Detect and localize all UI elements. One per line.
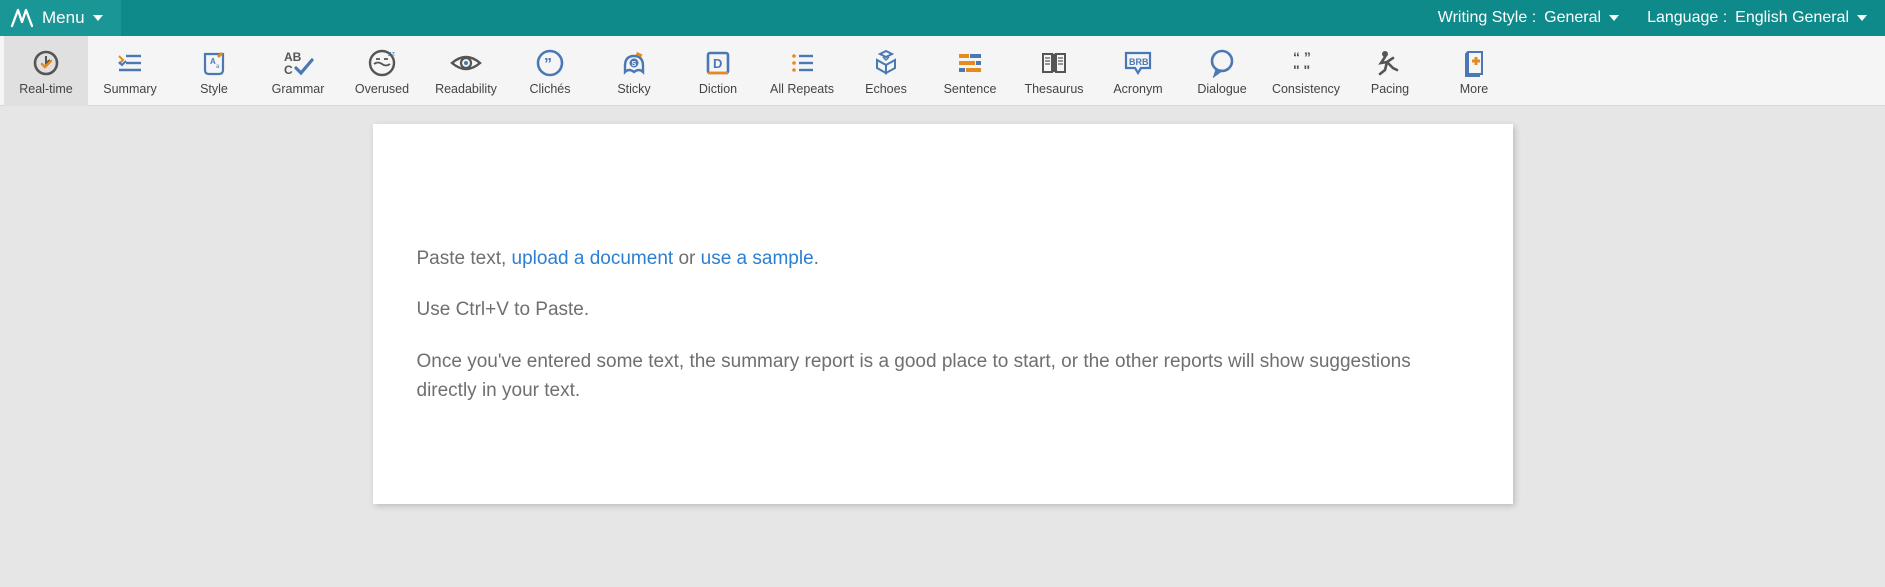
tool-label: Thesaurus	[1024, 82, 1083, 96]
placeholder-text: or	[673, 248, 700, 269]
more-icon	[1460, 46, 1488, 80]
tool-acronym[interactable]: BRB Acronym	[1096, 36, 1180, 106]
tool-sticky[interactable]: S Sticky	[592, 36, 676, 106]
logo-icon	[10, 8, 34, 28]
svg-text:S: S	[632, 61, 637, 68]
top-right-controls: Writing Style : General Language : Engli…	[1438, 9, 1885, 27]
svg-text:D: D	[713, 56, 722, 71]
chevron-down-icon	[93, 15, 103, 21]
pacing-icon	[1375, 46, 1405, 80]
tool-label: Sentence	[944, 82, 997, 96]
tool-more[interactable]: More	[1432, 36, 1516, 106]
menu-button[interactable]: Menu	[0, 0, 121, 36]
chevron-down-icon	[1857, 15, 1867, 21]
style-icon: A a	[199, 46, 229, 80]
writing-style-label: Writing Style :	[1438, 9, 1536, 27]
tool-dialogue[interactable]: Dialogue	[1180, 36, 1264, 106]
tool-all-repeats[interactable]: All Repeats	[760, 36, 844, 106]
grammar-icon: AB C	[282, 46, 314, 80]
tool-grammar[interactable]: AB C Grammar	[256, 36, 340, 106]
menu-label: Menu	[42, 8, 85, 28]
writing-style-selector[interactable]: Writing Style : General	[1438, 9, 1619, 27]
tool-cliches[interactable]: ” Clichés	[508, 36, 592, 106]
tool-label: Pacing	[1371, 82, 1409, 96]
chevron-down-icon	[1609, 15, 1619, 21]
language-value: English General	[1735, 9, 1849, 27]
svg-text:a: a	[216, 64, 220, 70]
toolbar: Real-time Summary A a Style	[0, 36, 1885, 106]
tool-echoes[interactable]: Echoes	[844, 36, 928, 106]
tool-realtime[interactable]: Real-time	[4, 36, 88, 106]
editor-page[interactable]: Paste text, upload a document or use a s…	[373, 124, 1513, 504]
tool-label: Sticky	[617, 82, 650, 96]
tool-label: Dialogue	[1197, 82, 1246, 96]
editor-placeholder: Paste text, upload a document or use a s…	[417, 244, 1469, 406]
tool-thesaurus[interactable]: Thesaurus	[1012, 36, 1096, 106]
tool-label: Style	[200, 82, 228, 96]
placeholder-line: Once you've entered some text, the summa…	[417, 347, 1469, 406]
tool-label: Summary	[103, 82, 156, 96]
thesaurus-icon	[1039, 46, 1069, 80]
use-sample-link[interactable]: use a sample	[701, 248, 814, 269]
tool-summary[interactable]: Summary	[88, 36, 172, 106]
dialogue-icon	[1207, 46, 1237, 80]
consistency-icon: “ ” " "	[1290, 46, 1322, 80]
tool-label: Clichés	[530, 82, 571, 96]
tool-label: More	[1460, 82, 1488, 96]
svg-text:zz: zz	[388, 51, 396, 58]
svg-text:AB: AB	[284, 50, 302, 64]
tool-diction[interactable]: D Diction	[676, 36, 760, 106]
svg-text:”: ”	[544, 56, 552, 73]
tool-readability[interactable]: Readability	[424, 36, 508, 106]
realtime-icon	[31, 46, 61, 80]
diction-icon: D	[703, 46, 733, 80]
tool-label: Overused	[355, 82, 409, 96]
placeholder-line: Use Ctrl+V to Paste.	[417, 295, 1469, 324]
tool-label: Diction	[699, 82, 737, 96]
acronym-icon: BRB	[1121, 46, 1155, 80]
overused-icon: zz	[366, 46, 398, 80]
top-bar: Menu Writing Style : General Language : …	[0, 0, 1885, 36]
tool-label: Consistency	[1272, 82, 1340, 96]
tool-label: Grammar	[272, 82, 325, 96]
document-area: Paste text, upload a document or use a s…	[0, 106, 1885, 504]
tool-label: Readability	[435, 82, 497, 96]
repeats-icon	[787, 46, 817, 80]
tool-consistency[interactable]: “ ” " " Consistency	[1264, 36, 1348, 106]
tool-label: Acronym	[1113, 82, 1162, 96]
sticky-icon: S	[619, 46, 649, 80]
placeholder-text: .	[814, 248, 819, 269]
summary-icon	[115, 46, 145, 80]
tool-label: Echoes	[865, 82, 907, 96]
writing-style-value: General	[1544, 9, 1601, 27]
tool-overused[interactable]: zz Overused	[340, 36, 424, 106]
tool-style[interactable]: A a Style	[172, 36, 256, 106]
svg-text:BRB: BRB	[1129, 57, 1149, 67]
placeholder-text: Paste text,	[417, 248, 512, 269]
tool-sentence[interactable]: Sentence	[928, 36, 1012, 106]
tool-label: Real-time	[19, 82, 73, 96]
tool-label: All Repeats	[770, 82, 834, 96]
tool-pacing[interactable]: Pacing	[1348, 36, 1432, 106]
language-selector[interactable]: Language : English General	[1647, 9, 1867, 27]
echoes-icon	[871, 46, 901, 80]
cliches-icon: ”	[535, 46, 565, 80]
readability-icon	[450, 46, 482, 80]
sentence-icon	[955, 46, 985, 80]
svg-text:" ": " "	[1293, 62, 1310, 78]
upload-document-link[interactable]: upload a document	[512, 248, 674, 269]
language-label: Language :	[1647, 9, 1727, 27]
svg-text:C: C	[284, 63, 293, 77]
